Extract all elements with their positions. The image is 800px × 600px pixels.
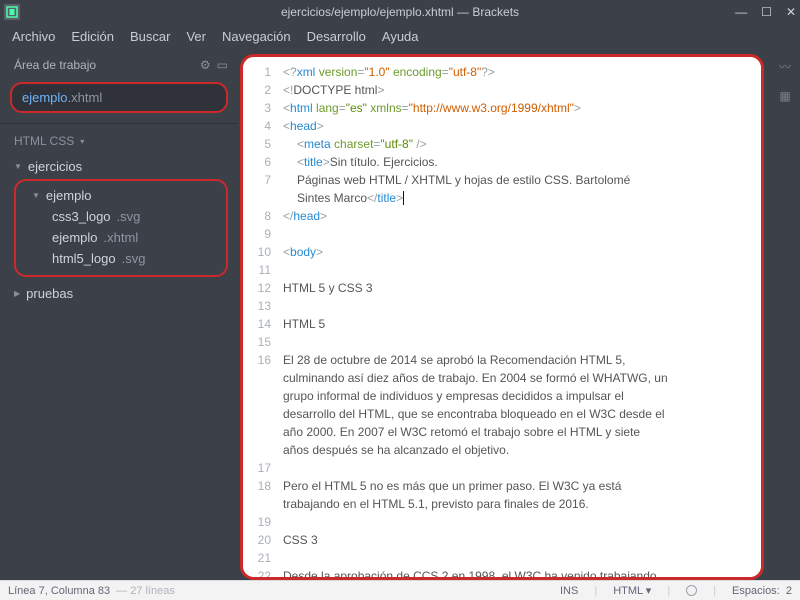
code-line[interactable]: 8</head> [255, 207, 761, 225]
code-line[interactable]: 9 [255, 225, 761, 243]
code-line[interactable]: 12HTML 5 y CSS 3 [255, 279, 761, 297]
menubar: Archivo Edición Buscar Ver Navegación De… [0, 24, 800, 48]
status-indicator-icon[interactable] [686, 585, 697, 596]
code-line[interactable]: 3<html lang="es" xmlns="http://www.w3.or… [255, 99, 761, 117]
code-line[interactable]: 10<body> [255, 243, 761, 261]
code-line[interactable]: 16El 28 de octubre de 2014 se aprobó la … [255, 351, 761, 369]
split-view-icon[interactable]: ▭ [217, 58, 228, 72]
sidebar: Área de trabajo ⚙ ▭ ejemplo.xhtml HTML C… [0, 48, 238, 580]
file-ext: .xhtml [68, 90, 103, 105]
code-line[interactable]: 2<!DOCTYPE html> [255, 81, 761, 99]
triangle-down-icon: ▼ [14, 162, 22, 171]
code-line[interactable]: 7Páginas web HTML / XHTML y hojas de est… [255, 171, 761, 189]
code-line[interactable]: 18Pero el HTML 5 no es más que un primer… [255, 477, 761, 495]
code-line[interactable]: 5<meta charset="utf-8" /> [255, 135, 761, 153]
code-line[interactable]: culminando así diez años de trabajo. En … [255, 369, 761, 387]
code-line[interactable]: trabajando en el HTML 5.1, previsto para… [255, 495, 761, 513]
status-bar: Línea 7, Columna 83 — 27 líneas INS | HT… [0, 580, 800, 600]
folder-pruebas[interactable]: ▶pruebas [14, 283, 228, 304]
code-line[interactable]: desarrollo del HTML, que se encontraba b… [255, 405, 761, 423]
maximize-button[interactable]: ☐ [761, 5, 772, 19]
line-count: — 27 líneas [116, 585, 175, 597]
window-title: ejercicios/ejemplo/ejemplo.xhtml — Brack… [281, 5, 519, 19]
tree-file[interactable]: css3_logo.svg [24, 206, 218, 227]
code-line[interactable]: 6<title>Sin título. Ejercicios. [255, 153, 761, 171]
code-line[interactable]: 15 [255, 333, 761, 351]
code-line[interactable]: 20CSS 3 [255, 531, 761, 549]
live-preview-icon[interactable]: 〰 [779, 58, 791, 75]
code-line[interactable]: Sintes Marco</title> [255, 189, 761, 207]
menu-navegacion[interactable]: Navegación [222, 29, 291, 44]
minimize-button[interactable]: — [735, 5, 747, 19]
folder-ejemplo[interactable]: ▼ejemplo [24, 185, 218, 206]
menu-ver[interactable]: Ver [186, 29, 206, 44]
chevron-down-icon: ▾ [80, 137, 84, 146]
project-label[interactable]: HTML CSS ▾ [0, 123, 238, 154]
code-line[interactable]: años después se ha alcanzado el objetivo… [255, 441, 761, 459]
menu-buscar[interactable]: Buscar [130, 29, 170, 44]
extension-manager-icon[interactable]: ▦ [779, 89, 790, 103]
code-line[interactable]: 17 [255, 459, 761, 477]
code-line[interactable]: 14HTML 5 [255, 315, 761, 333]
indent-setting[interactable]: Espacios: 2 [732, 585, 792, 597]
titlebar: ejercicios/ejemplo/ejemplo.xhtml — Brack… [0, 0, 800, 24]
menu-desarrollo[interactable]: Desarrollo [307, 29, 366, 44]
code-line[interactable]: 4<head> [255, 117, 761, 135]
triangle-down-icon: ▼ [32, 191, 40, 200]
menu-ayuda[interactable]: Ayuda [382, 29, 419, 44]
cursor-position[interactable]: Línea 7, Columna 83 [8, 585, 110, 597]
code-line[interactable]: 13 [255, 297, 761, 315]
app-logo [4, 4, 20, 20]
code-line[interactable]: 22Desde la aprobación de CCS 2 en 1998, … [255, 567, 761, 577]
close-button[interactable]: ✕ [786, 5, 796, 19]
code-line[interactable]: año 2000. En 2007 el W3C retomó el traba… [255, 423, 761, 441]
file-name: ejemplo [22, 90, 68, 105]
working-file[interactable]: ejemplo.xhtml [10, 82, 228, 113]
language-mode[interactable]: HTML ▾ [613, 584, 651, 597]
code-line[interactable]: 1<?xml version="1.0" encoding="utf-8"?> [255, 63, 761, 81]
working-files-label: Área de trabajo [14, 58, 96, 72]
code-line[interactable]: grupo informal de individuos y empresas … [255, 387, 761, 405]
code-line[interactable]: 11 [255, 261, 761, 279]
tree-file[interactable]: ejemplo.xhtml [24, 227, 218, 248]
code-line[interactable]: 21 [255, 549, 761, 567]
menu-archivo[interactable]: Archivo [12, 29, 55, 44]
right-toolbar: 〰 ▦ [770, 48, 800, 580]
menu-edicion[interactable]: Edición [71, 29, 114, 44]
insert-mode[interactable]: INS [560, 585, 578, 597]
folder-ejercicios[interactable]: ▼ejercicios [14, 156, 228, 177]
triangle-right-icon: ▶ [14, 289, 20, 298]
tree-file[interactable]: html5_logo.svg [24, 248, 218, 269]
code-line[interactable]: 19 [255, 513, 761, 531]
gear-icon[interactable]: ⚙ [200, 58, 211, 72]
code-editor[interactable]: 1<?xml version="1.0" encoding="utf-8"?>2… [240, 54, 764, 580]
